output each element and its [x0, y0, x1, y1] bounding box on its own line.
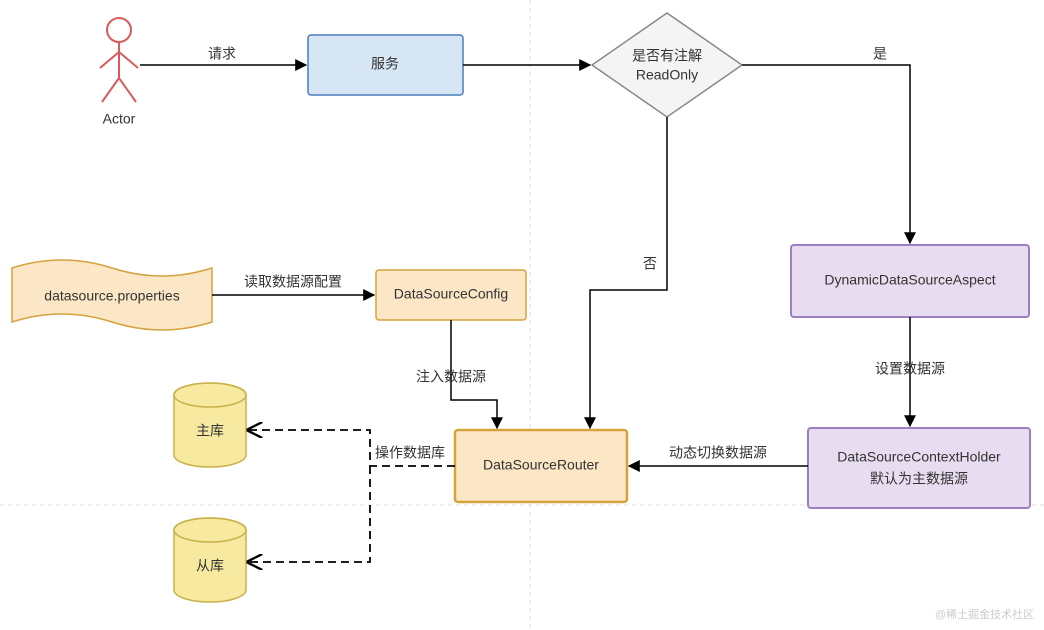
service-label: 服务	[371, 56, 399, 72]
svg-text:请求: 请求	[208, 46, 236, 62]
watermark: @稀土掘金技术社区	[935, 606, 1034, 622]
svg-text:操作数据库: 操作数据库	[375, 445, 445, 461]
actor-icon	[100, 18, 138, 102]
properties-label: datasource.properties	[44, 288, 179, 304]
decision-line2: ReadOnly	[636, 67, 698, 83]
holder-line2: 默认为主数据源	[870, 471, 968, 487]
aspect-label: DynamicDataSourceAspect	[824, 272, 995, 288]
svg-text:注入数据源: 注入数据源	[416, 369, 486, 385]
svg-text:是: 是	[873, 46, 887, 62]
config-label: DataSourceConfig	[394, 286, 508, 302]
svg-text:读取数据源配置: 读取数据源配置	[244, 274, 342, 290]
edge-to-slave	[248, 466, 370, 562]
svg-text:动态切换数据源: 动态切换数据源	[669, 445, 767, 461]
flow-diagram: Actor 服务 是否有注解 ReadOnly datasource.prope…	[0, 0, 1044, 630]
decision-node	[592, 13, 742, 117]
actor-label: Actor	[103, 111, 136, 127]
holder-line1: DataSourceContextHolder	[837, 449, 1001, 465]
master-label: 主库	[196, 423, 224, 439]
edge-yes	[742, 65, 910, 243]
router-label: DataSourceRouter	[483, 457, 599, 473]
svg-text:否: 否	[643, 256, 657, 272]
svg-text:设置数据源: 设置数据源	[875, 361, 945, 377]
slave-label: 从库	[196, 558, 224, 574]
edge-no	[590, 117, 667, 428]
decision-line1: 是否有注解	[632, 48, 702, 64]
holder-node	[808, 428, 1030, 508]
